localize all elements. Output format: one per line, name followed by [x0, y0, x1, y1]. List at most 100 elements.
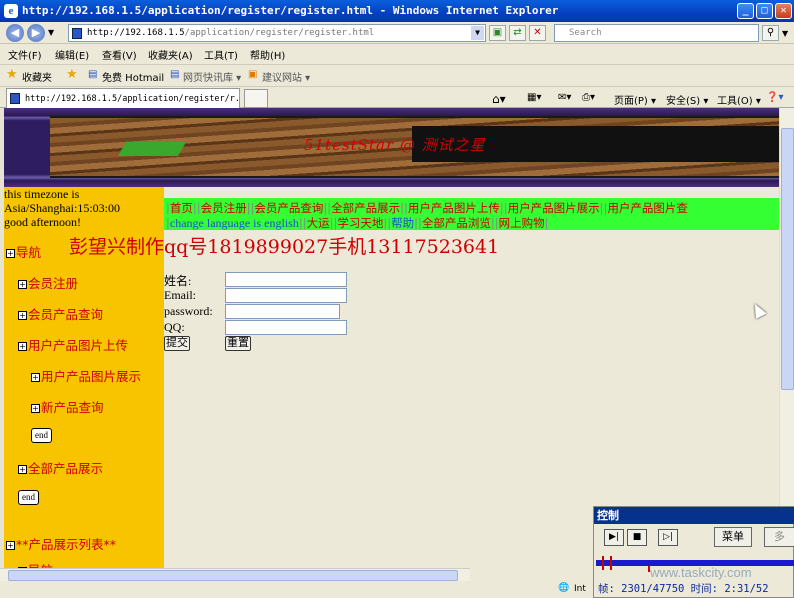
sidebar-item-nav-2[interactable]: +导航 [18, 560, 53, 568]
tab-title: http://192.168.1.5/application/register/… [25, 94, 240, 104]
menu-file[interactable]: 文件(F) [8, 47, 42, 62]
frame-step-icon[interactable]: ▷| [658, 529, 678, 546]
nav-link-dayun[interactable]: 大运 [307, 216, 330, 230]
forward-button[interactable]: ▶ [27, 24, 45, 42]
seek-marker[interactable] [610, 556, 612, 570]
expand-icon[interactable]: + [6, 249, 15, 258]
expand-icon[interactable]: + [18, 280, 27, 289]
sidebar-item-label: 新产品查询 [41, 400, 104, 415]
favorites-star-icon: ★ [6, 67, 18, 82]
nav-link-shop[interactable]: 网上购物 [499, 216, 545, 230]
expand-icon[interactable]: + [18, 465, 27, 474]
menu-view[interactable]: 查看(V) [102, 47, 137, 62]
expand-icon[interactable]: + [6, 541, 15, 550]
help-icon[interactable]: ❓▾ [766, 92, 783, 103]
sidebar-item-label: **产品展示列表** [16, 537, 117, 552]
sidebar-item-new-product[interactable]: + 新产品查询 [31, 397, 104, 416]
refresh-button[interactable]: ⇄ [509, 25, 526, 41]
reset-button[interactable]: 重置 [225, 336, 251, 351]
nav-link-member-query[interactable]: 会员产品查询 [254, 201, 323, 215]
qq-label: QQ: [164, 320, 185, 334]
page-menu[interactable]: 页面(P) ▾ [614, 92, 656, 107]
nav-link-help[interactable]: 帮助 [391, 216, 414, 230]
mail-icon[interactable]: ✉▾ [558, 92, 571, 103]
vertical-scrollbar[interactable] [779, 108, 794, 568]
nav-link-upload[interactable]: 用户产品图片上传 [408, 201, 500, 215]
nav-link-home[interactable]: 首页 [170, 201, 193, 215]
nav-link-all-products[interactable]: 全部产品展示 [331, 201, 400, 215]
horizontal-scrollbar[interactable] [0, 568, 470, 581]
qq-field[interactable] [225, 320, 347, 335]
sidebar-item-register[interactable]: + 会员注册 [18, 273, 78, 292]
feeds-icon[interactable]: ▦▾ [527, 92, 541, 103]
top-nav-row-2: |change language is english||大运||学习天地||帮… [166, 216, 549, 230]
address-bar[interactable]: http://192.168.1.5/application/register/… [68, 24, 486, 42]
sidebar-item-product-list[interactable]: + **产品展示列表** [6, 534, 116, 553]
maximize-button[interactable]: □ [756, 3, 773, 19]
email-field[interactable] [225, 288, 347, 303]
sidebar-item-member-query[interactable]: + 会员产品查询 [18, 304, 103, 323]
top-navigation: |首页||会员注册||会员产品查询||全部产品展示||用户产品图片上传||用户产… [164, 198, 779, 230]
history-dropdown-icon[interactable]: ▼ [48, 28, 54, 37]
fav-webslice[interactable]: 网页快讯库 ▾ [183, 69, 241, 84]
end-button[interactable]: end [31, 428, 52, 443]
banner-leaf-decoration [117, 142, 187, 156]
watermark: www.taskcity.com [650, 565, 752, 580]
fav-hotmail[interactable]: 免费 Hotmail [102, 69, 164, 84]
menu-help[interactable]: 帮助(H) [250, 47, 285, 62]
sidebar-item-all-products[interactable]: + 全部产品展示 [18, 458, 103, 477]
sidebar-item-label: 用户产品图片上传 [28, 338, 129, 353]
add-favorite-icon[interactable]: ★ [66, 67, 78, 82]
home-icon[interactable]: ⌂▾ [492, 92, 506, 106]
search-options-icon[interactable]: ▼ [782, 29, 788, 38]
nav-link-browse-all[interactable]: 全部产品浏览 [422, 216, 491, 230]
close-button[interactable]: ✕ [775, 3, 792, 19]
frame-time-readout: 帧: 2301/47750 时间: 2:31/52 [598, 583, 769, 595]
search-input[interactable]: Search [554, 24, 759, 42]
tools-menu[interactable]: 工具(O) ▾ [717, 92, 761, 107]
favorites-button[interactable]: 收藏夹 [22, 69, 52, 84]
menu-tools[interactable]: 工具(T) [204, 47, 238, 62]
vertical-scroll-thumb[interactable] [781, 128, 794, 390]
nav-link-image-query[interactable]: 用户产品图片查 [607, 201, 688, 215]
menu-edit[interactable]: 编辑(E) [55, 47, 89, 62]
nav-link-image-show[interactable]: 用户产品图片展示 [508, 201, 600, 215]
greeting: good afternoon! [4, 215, 81, 229]
address-dropdown-icon[interactable]: ▼ [471, 26, 484, 40]
fav-suggested[interactable]: 建议网站 ▾ [262, 69, 310, 84]
new-tab-button[interactable] [244, 89, 268, 108]
search-icon[interactable]: ⚲ [762, 25, 779, 41]
sidebar-item-image-show[interactable]: + 用户产品图片展示 [31, 366, 141, 385]
compat-view-icon[interactable]: ▣ [489, 25, 506, 41]
expand-icon[interactable]: + [31, 373, 40, 382]
sidebar-item-nav[interactable]: + 导航 [6, 242, 41, 261]
print-icon[interactable]: ⎙▾ [582, 92, 595, 103]
expand-icon[interactable]: + [31, 404, 40, 413]
safety-menu[interactable]: 安全(S) ▾ [666, 92, 708, 107]
control-more-button[interactable]: 多 [764, 527, 794, 547]
end-button[interactable]: end [18, 490, 39, 505]
sidebar-item-label: 会员产品查询 [28, 307, 104, 322]
nav-link-register[interactable]: 会员注册 [201, 201, 247, 215]
sidebar-item-upload[interactable]: + 用户产品图片上传 [18, 335, 128, 354]
title-bar: e http://192.168.1.5/application/registe… [0, 0, 794, 22]
stop-button[interactable]: ✕ [529, 25, 546, 41]
menu-bar: 文件(F) 编辑(E) 查看(V) 收藏夹(A) 工具(T) 帮助(H) [0, 45, 794, 63]
stop-icon[interactable]: ■ [627, 529, 647, 546]
expand-icon[interactable]: + [18, 342, 27, 351]
tab-register[interactable]: http://192.168.1.5/application/register/… [6, 88, 240, 109]
password-field[interactable] [225, 304, 340, 319]
seek-marker[interactable] [602, 556, 604, 570]
horizontal-scroll-thumb[interactable] [8, 570, 458, 581]
menu-favorites[interactable]: 收藏夹(A) [148, 47, 193, 62]
name-field[interactable] [225, 272, 347, 287]
control-menu-button[interactable]: 菜单 [714, 527, 752, 547]
change-language-link[interactable]: change language is english [170, 216, 299, 230]
minimize-button[interactable]: _ [737, 3, 754, 19]
submit-button[interactable]: 提交 [164, 336, 190, 351]
back-button[interactable]: ◀ [6, 24, 24, 42]
play-icon[interactable]: ▶| [604, 529, 624, 546]
nav-link-learning[interactable]: 学习天地 [337, 216, 383, 230]
sidebar-item-label: 会员注册 [28, 276, 79, 291]
expand-icon[interactable]: + [18, 311, 27, 320]
